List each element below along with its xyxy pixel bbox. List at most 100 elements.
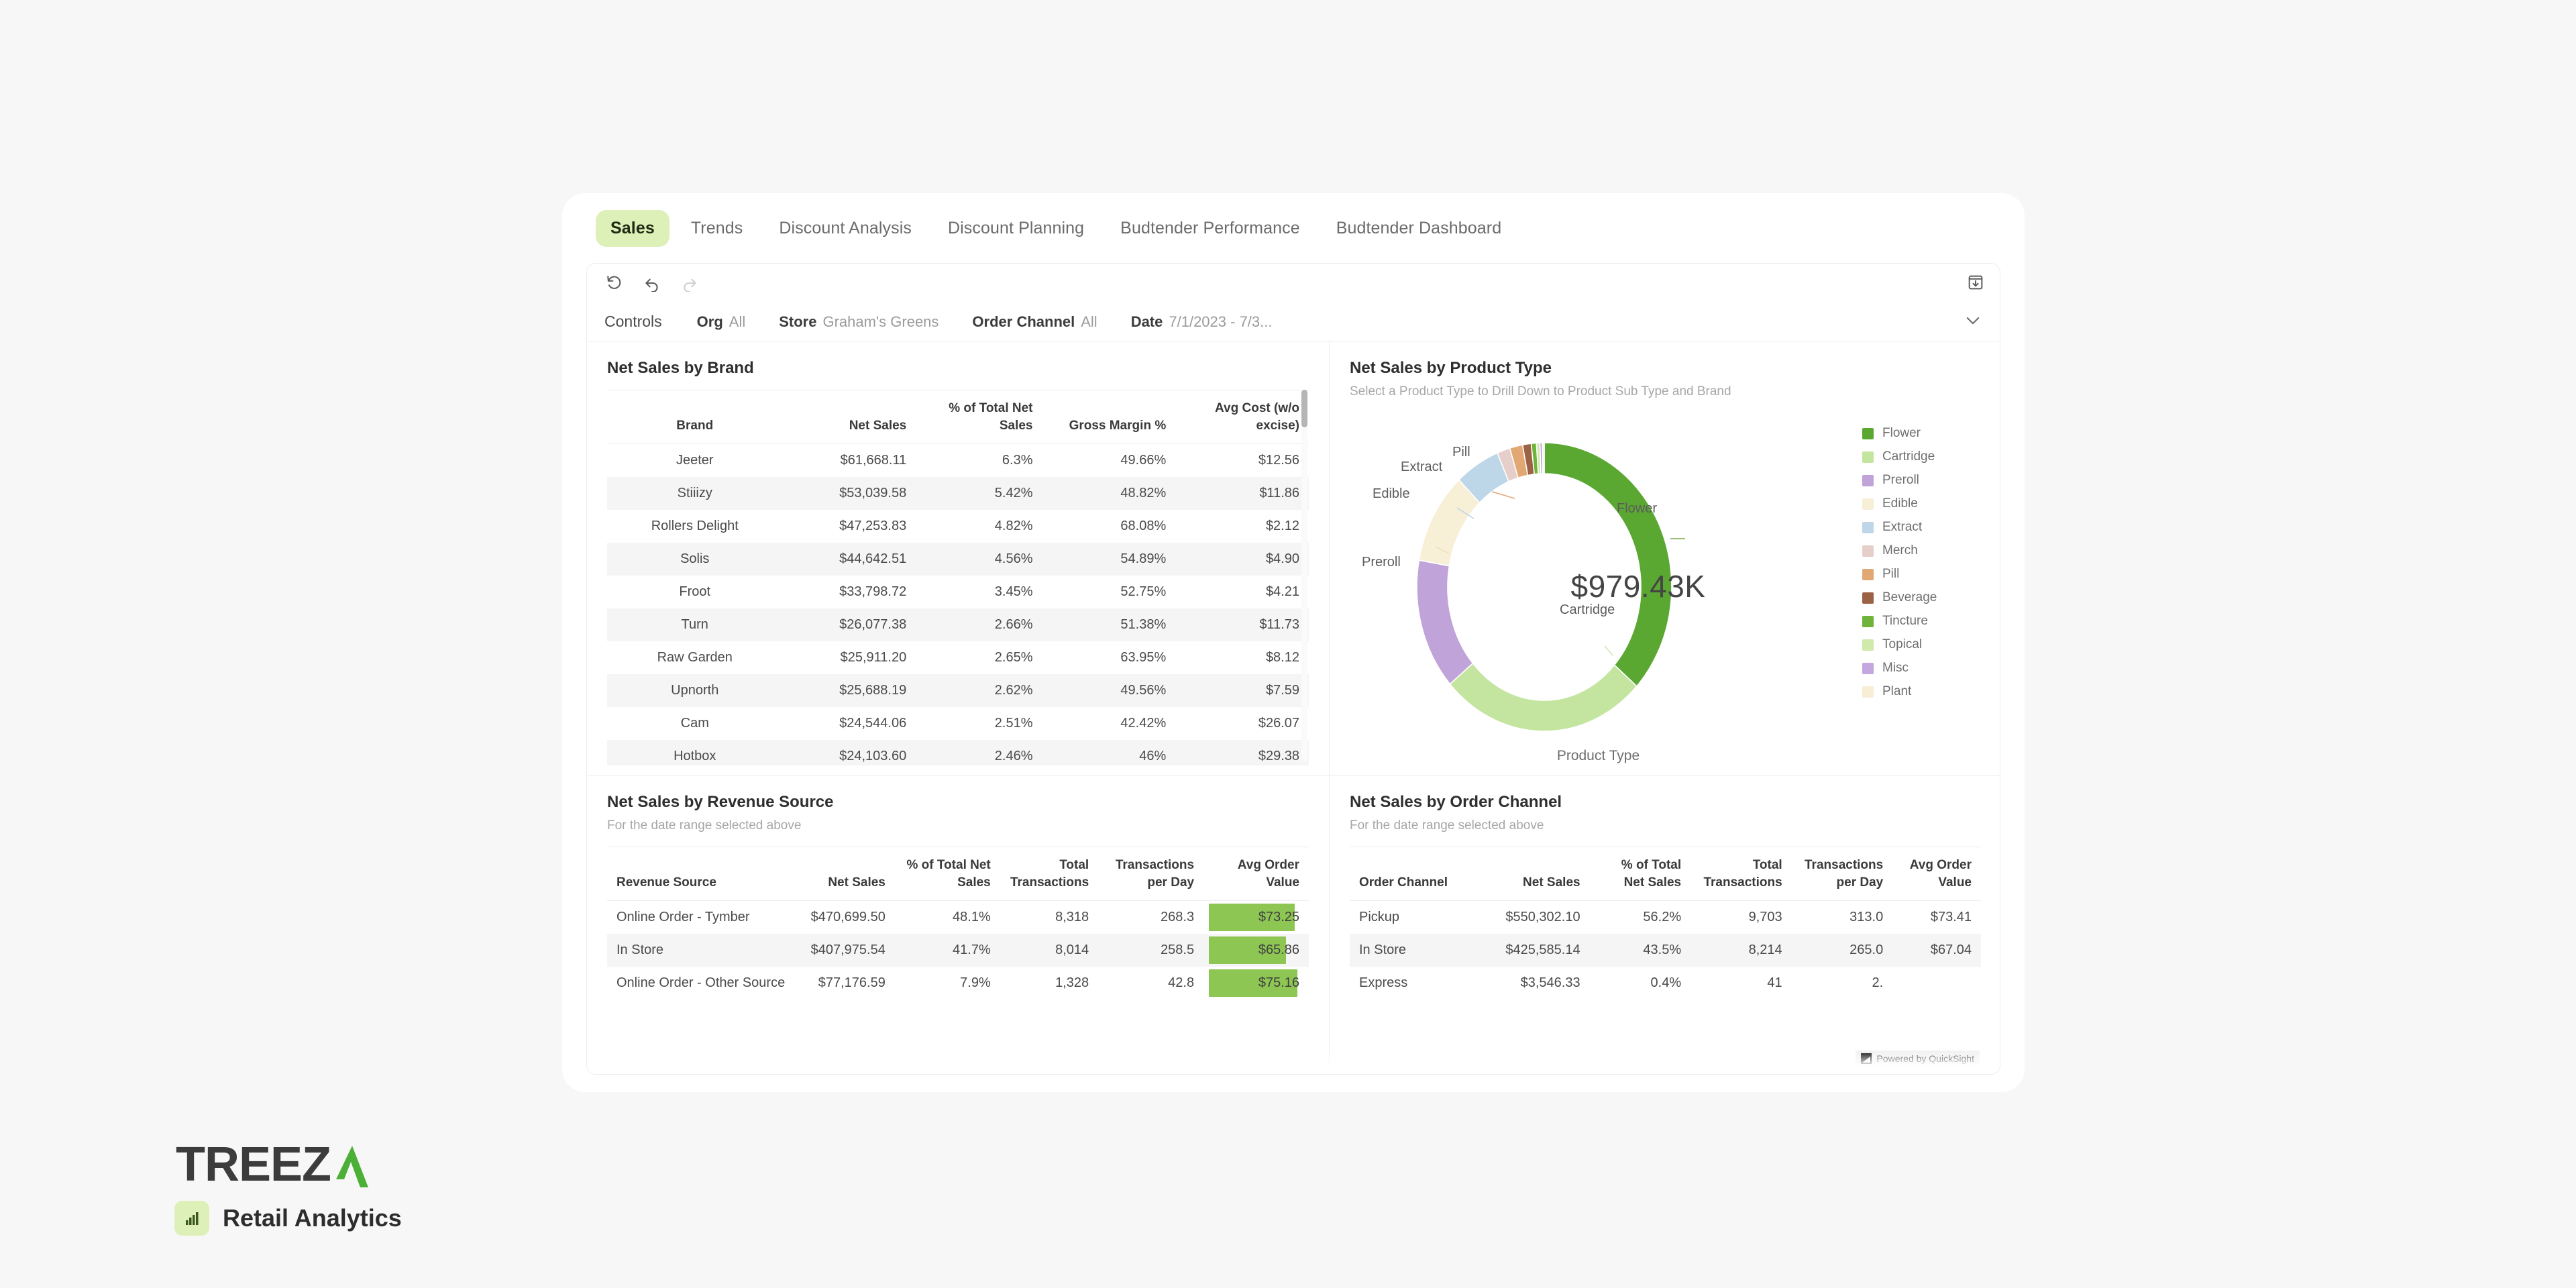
col-rev-transactions-day[interactable]: Transactions per Day (1098, 847, 1203, 901)
undo-icon[interactable] (642, 273, 662, 293)
col-net-sales[interactable]: Net Sales (783, 390, 916, 444)
brand-table-scrollbar[interactable] (1301, 390, 1307, 761)
legend-item[interactable]: Flower (1862, 426, 1986, 441)
legend-swatch (1862, 639, 1874, 651)
table-cell: $425,585.14 (1483, 934, 1590, 967)
col-chan-avg-order-value[interactable]: Avg Order Value (1892, 847, 1981, 901)
filter-org[interactable]: Org All (697, 313, 746, 331)
legend-swatch (1862, 498, 1874, 510)
table-cell: $4.21 (1175, 576, 1309, 608)
donut-slice-plant[interactable] (1542, 443, 1544, 474)
tab-discount-analysis[interactable]: Discount Analysis (764, 210, 926, 247)
legend-swatch (1862, 451, 1874, 463)
donut-slice-preroll[interactable] (1417, 560, 1472, 684)
col-rev-net-sales[interactable]: Net Sales (783, 847, 895, 901)
col-rev-total-transactions[interactable]: Total Transactions (1000, 847, 1098, 901)
channel-table-scroll-area[interactable]: Order Channel Net Sales % of Total Net S… (1350, 847, 1981, 1068)
table-row[interactable]: Online Order - Tymber$470,699.5048.1%8,3… (607, 901, 1309, 934)
data-bar-label: $65.86 (1203, 934, 1309, 967)
table-row[interactable]: In Store$407,975.5441.7%8,014258.5$65.86 (607, 934, 1309, 967)
tab-trends[interactable]: Trends (676, 210, 757, 247)
legend-item[interactable]: Plant (1862, 684, 1986, 699)
legend-item[interactable]: Cartridge (1862, 449, 1986, 464)
filter-store[interactable]: Store Graham's Greens (779, 313, 938, 331)
legend-item[interactable]: Misc (1862, 661, 1986, 676)
legend-item[interactable]: Topical (1862, 637, 1986, 652)
reset-icon[interactable] (604, 273, 625, 293)
legend-item[interactable]: Beverage (1862, 590, 1986, 605)
table-row[interactable]: Stiiizy$53,039.585.42%48.82%$11.86 (607, 477, 1309, 510)
table-row[interactable]: In Store$425,585.1443.5%8,214265.0$67.04 (1350, 934, 1981, 967)
table-cell: 2.62% (916, 674, 1042, 707)
legend-label: Edible (1882, 496, 1918, 511)
tab-budtender-dashboard[interactable]: Budtender Dashboard (1322, 210, 1517, 247)
export-button[interactable] (1966, 273, 1985, 292)
donut-label-cartridge: Cartridge (1560, 602, 1615, 618)
tab-budtender-performance[interactable]: Budtender Performance (1106, 210, 1315, 247)
net-sales-by-product-type-panel: Net Sales by Product Type Select a Produ… (1330, 341, 2000, 775)
table-row[interactable]: Froot$33,798.723.45%52.75%$4.21 (607, 576, 1309, 608)
table-cell: $2.12 (1175, 510, 1309, 543)
table-cell: 268.3 (1098, 901, 1203, 934)
retail-analytics-label: Retail Analytics (223, 1204, 402, 1232)
table-cell: 2.51% (916, 707, 1042, 740)
table-cell: $4.90 (1175, 543, 1309, 576)
legend-item[interactable]: Extract (1862, 520, 1986, 535)
chevron-down-icon[interactable] (1964, 311, 1982, 333)
table-row[interactable]: Solis$44,642.514.56%54.89%$4.90 (607, 543, 1309, 576)
table-row[interactable]: Cam$24,544.062.51%42.42%$26.07 (607, 707, 1309, 740)
revenue-table: Revenue Source Net Sales % of Total Net … (607, 847, 1309, 1000)
col-revenue-source[interactable]: Revenue Source (607, 847, 783, 901)
table-row[interactable]: Hotbox$24,103.602.46%46%$29.38 (607, 740, 1309, 765)
col-avg-cost[interactable]: Avg Cost (w/o excise) (1175, 390, 1309, 444)
col-order-channel[interactable]: Order Channel (1350, 847, 1483, 901)
table-cell: 41.7% (895, 934, 1000, 967)
table-cell: In Store (1350, 934, 1483, 967)
table-cell: $77,176.59 (783, 967, 895, 1000)
table-row[interactable]: Jeeter$61,668.116.3%49.66%$12.56 (607, 444, 1309, 478)
table-row[interactable]: Rollers Delight$47,253.834.82%68.08%$2.1… (607, 510, 1309, 543)
quicksight-icon (1861, 1053, 1872, 1064)
col-chan-total-transactions[interactable]: Total Transactions (1690, 847, 1792, 901)
col-rev-avg-order-value[interactable]: Avg Order Value (1203, 847, 1309, 901)
legend-label: Tincture (1882, 614, 1928, 629)
tab-sales[interactable]: Sales (596, 210, 669, 247)
col-gross-margin[interactable]: Gross Margin % (1042, 390, 1176, 444)
filter-order-channel[interactable]: Order Channel All (972, 313, 1097, 331)
legend-item[interactable]: Merch (1862, 543, 1986, 558)
filter-date-key: Date (1131, 313, 1163, 331)
table-cell: 49.56% (1042, 674, 1176, 707)
legend-item[interactable]: Preroll (1862, 473, 1986, 488)
table-row[interactable]: Pickup$550,302.1056.2%9,703313.0$73.41 (1350, 901, 1981, 934)
channel-table-header-row: Order Channel Net Sales % of Total Net S… (1350, 847, 1981, 901)
brand-table: Brand Net Sales % of Total Net Sales Gro… (607, 390, 1309, 765)
col-pct-total-net-sales[interactable]: % of Total Net Sales (916, 390, 1042, 444)
table-row[interactable]: Raw Garden$25,911.202.65%63.95%$8.12 (607, 641, 1309, 674)
table-cell: 63.95% (1042, 641, 1176, 674)
revenue-table-scroll-area[interactable]: Revenue Source Net Sales % of Total Net … (607, 847, 1309, 1068)
table-row[interactable]: Upnorth$25,688.192.62%49.56%$7.59 (607, 674, 1309, 707)
donut-legend: Flower Cartridge Preroll Edible Extract Merch… (1862, 426, 1986, 708)
table-cell: Raw Garden (607, 641, 783, 674)
table-row[interactable]: Online Order - Other Source$77,176.597.9… (607, 967, 1309, 1000)
col-chan-transactions-day[interactable]: Transactions per Day (1792, 847, 1893, 901)
filter-date[interactable]: Date 7/1/2023 - 7/3... (1131, 313, 1273, 331)
legend-item[interactable]: Edible (1862, 496, 1986, 511)
legend-label: Merch (1882, 543, 1918, 558)
col-chan-pct-total[interactable]: % of Total Net Sales (1590, 847, 1691, 901)
col-chan-net-sales[interactable]: Net Sales (1483, 847, 1590, 901)
col-rev-pct-total[interactable]: % of Total Net Sales (895, 847, 1000, 901)
legend-item[interactable]: Tincture (1862, 614, 1986, 629)
legend-item[interactable]: Pill (1862, 567, 1986, 582)
legend-swatch (1862, 545, 1874, 557)
brand-table-scroll-area[interactable]: Brand Net Sales % of Total Net Sales Gro… (607, 390, 1309, 765)
redo-icon[interactable] (680, 273, 700, 293)
legend-label: Misc (1882, 661, 1909, 676)
tab-discount-planning[interactable]: Discount Planning (933, 210, 1099, 247)
table-row[interactable]: Turn$26,077.382.66%51.38%$11.73 (607, 608, 1309, 641)
filter-org-value: All (729, 313, 745, 331)
donut-slice-cartridge[interactable] (1450, 663, 1636, 731)
table-cell: $44,642.51 (783, 543, 916, 576)
table-row[interactable]: Express$3,546.330.4%412. (1350, 967, 1981, 1000)
col-brand[interactable]: Brand (607, 390, 783, 444)
